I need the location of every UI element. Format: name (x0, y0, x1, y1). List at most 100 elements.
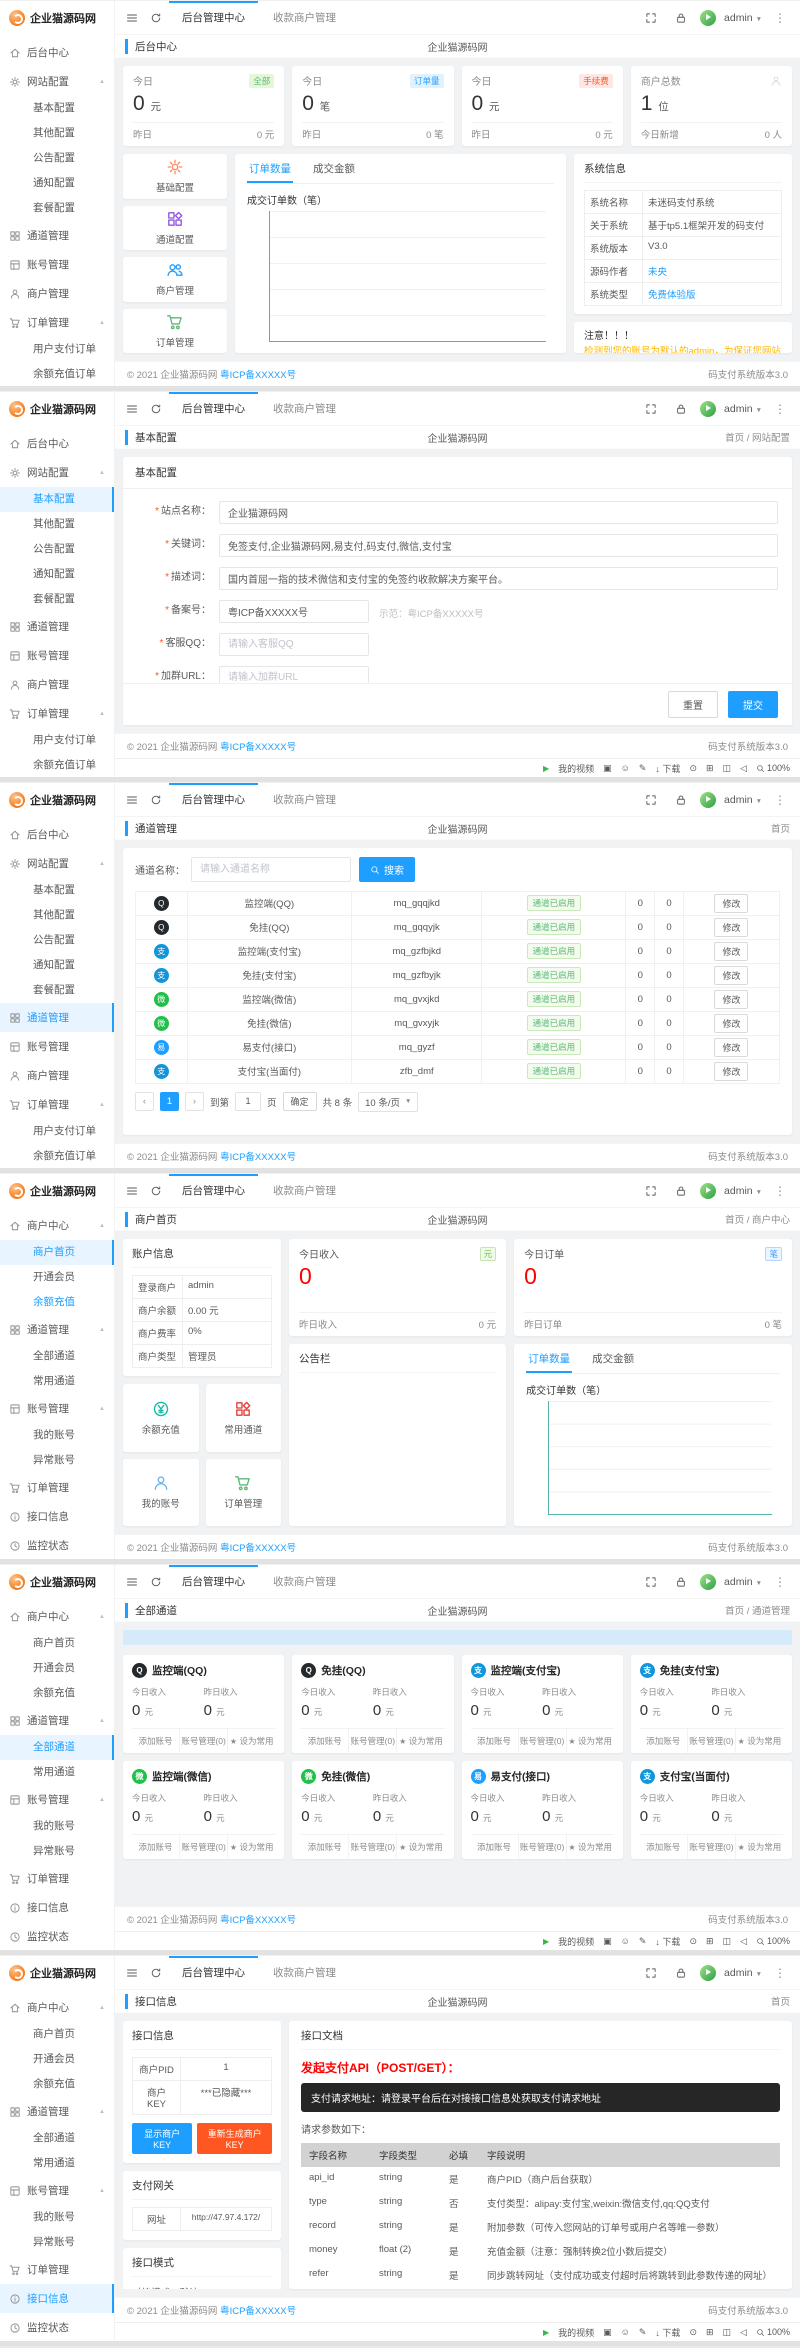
sidebar-subitem[interactable]: 异常账号 (0, 2230, 114, 2255)
manage-account-link[interactable]: 账号管理(0) (348, 1729, 396, 1753)
lock-icon[interactable] (670, 1962, 692, 1984)
sidebar-item[interactable]: 监控状态 (0, 1531, 114, 1559)
sidebar-subitem[interactable]: 异常账号 (0, 1448, 114, 1473)
set-favorite-link[interactable]: ★ 设为常用 (227, 1729, 275, 1753)
manage-account-link[interactable]: 账号管理(0) (179, 1729, 227, 1753)
sidebar-subitem[interactable]: 全部通道 (0, 2126, 114, 2151)
sidebar-subitem[interactable]: 开通会员 (0, 1656, 114, 1681)
zoom-level[interactable]: 100% (756, 2327, 790, 2337)
user-menu[interactable]: admin ▼ (724, 794, 762, 806)
sidebar-subitem[interactable]: 通知配置 (0, 171, 114, 196)
icp-link[interactable]: 粤ICP备XXXXX号 (220, 742, 296, 753)
sidebar-item[interactable]: 网站配置▲ (0, 458, 114, 487)
lock-icon[interactable] (670, 789, 692, 811)
sidebar-subitem[interactable]: 用户支付订单 (0, 728, 114, 753)
reset-button[interactable]: 重置 (668, 691, 718, 718)
edit-button[interactable]: 修改 (714, 990, 748, 1009)
sidebar-item[interactable]: 账号管理 (0, 641, 114, 670)
sidebar-item[interactable]: 接口信息 (0, 1893, 114, 1922)
edit-button[interactable]: 修改 (714, 1062, 748, 1081)
edit-button[interactable]: 修改 (714, 966, 748, 985)
toolbar-icon-t1[interactable]: ⊞ (706, 1936, 714, 1947)
shortcut-card[interactable]: 常用通道 (206, 1384, 282, 1452)
set-favorite-link[interactable]: ★ 设为常用 (566, 1729, 614, 1753)
sidebar-item[interactable]: 后台中心 (0, 38, 114, 67)
sidebar-subitem[interactable]: 余额充值订单 (0, 1144, 114, 1168)
sidebar-item[interactable]: 网站配置▲ (0, 67, 114, 96)
toolbar-icon-1[interactable]: ☺ (621, 763, 630, 773)
menu-fold-icon[interactable] (121, 7, 143, 29)
refresh-icon[interactable] (145, 789, 167, 811)
sidebar-subitem[interactable]: 商户首页 (0, 2022, 114, 2047)
menu-fold-icon[interactable] (121, 1571, 143, 1593)
video-icon[interactable]: ▶ (543, 764, 549, 773)
sidebar-subitem[interactable]: 异常账号 (0, 1839, 114, 1864)
edit-button[interactable]: 修改 (714, 1014, 748, 1033)
sidebar-item[interactable]: 后台中心 (0, 429, 114, 458)
edit-button[interactable]: 修改 (714, 942, 748, 961)
set-favorite-link[interactable]: ★ 设为常用 (227, 1835, 275, 1859)
user-menu[interactable]: admin ▼ (724, 1185, 762, 1197)
page-confirm-button[interactable]: 确定 (283, 1092, 317, 1111)
user-menu[interactable]: admin ▼ (724, 12, 762, 24)
nav-tab-0[interactable]: 后台管理中心 (169, 1565, 258, 1599)
refresh-icon[interactable] (145, 1571, 167, 1593)
sidebar-item[interactable]: 账号管理▲ (0, 1394, 114, 1423)
breadcrumb[interactable]: 首页 / 商户中心 (725, 1212, 790, 1226)
next-page-button[interactable]: › (185, 1092, 204, 1111)
sidebar-subitem[interactable]: 常用通道 (0, 1760, 114, 1785)
sidebar-subitem[interactable]: 余额充值 (0, 1290, 114, 1315)
sidebar-item[interactable]: 商户中心▲ (0, 1602, 114, 1631)
sidebar-item[interactable]: 接口信息 (0, 1502, 114, 1531)
text-input[interactable] (219, 501, 778, 524)
text-input[interactable] (219, 633, 369, 656)
edit-button[interactable]: 修改 (714, 918, 748, 937)
toolbar-icon-t2[interactable]: ◫ (723, 1936, 732, 1947)
sidebar-subitem[interactable]: 套餐配置 (0, 978, 114, 1003)
sidebar-subitem[interactable]: 通知配置 (0, 562, 114, 587)
refresh-icon[interactable] (145, 1180, 167, 1202)
sidebar-item[interactable]: 商户中心▲ (0, 1211, 114, 1240)
capture-label[interactable]: 我的视频 (558, 2326, 594, 2339)
manage-account-link[interactable]: 账号管理(0) (179, 1835, 227, 1859)
sidebar-item[interactable]: 监控状态 (0, 1922, 114, 1950)
lock-icon[interactable] (670, 1571, 692, 1593)
toolbar-icon-t1[interactable]: ⊞ (706, 2327, 714, 2338)
refresh-icon[interactable] (145, 398, 167, 420)
shortcut-card[interactable]: 订单管理 (206, 1459, 282, 1527)
avatar[interactable] (700, 1183, 716, 1199)
text-input[interactable] (219, 534, 778, 557)
sidebar-subitem[interactable]: 套餐配置 (0, 587, 114, 612)
menu-fold-icon[interactable] (121, 789, 143, 811)
shortcut-card[interactable]: 商户管理 (123, 257, 227, 302)
capture-label[interactable]: 我的视频 (558, 762, 594, 775)
avatar[interactable] (700, 401, 716, 417)
sidebar-item[interactable]: 账号管理 (0, 250, 114, 279)
icp-link[interactable]: 粤ICP备XXXXX号 (220, 370, 296, 381)
icp-link[interactable]: 粤ICP备XXXXX号 (220, 1152, 296, 1163)
toolbar-icon-2[interactable]: ✎ (639, 1936, 647, 1947)
sidebar-item[interactable]: 监控状态 (0, 2313, 114, 2341)
icp-link[interactable]: 粤ICP备XXXXX号 (220, 1543, 296, 1554)
sidebar-item[interactable]: 通道管理 (0, 1003, 114, 1032)
toolbar-icon-t0[interactable]: ⊙ (689, 1936, 697, 1947)
sidebar-item[interactable]: 通道管理▲ (0, 2097, 114, 2126)
sidebar-item[interactable]: 网站配置▲ (0, 849, 114, 878)
toolbar-icon-t3[interactable]: ◁ (740, 763, 747, 774)
sidebar-subitem[interactable]: 商户首页 (0, 1631, 114, 1656)
toolbar-icon-1[interactable]: ☺ (621, 1936, 630, 1946)
page-size-select[interactable]: 10 条/页▼ (358, 1092, 418, 1112)
sidebar-subitem[interactable]: 基本配置 (0, 878, 114, 903)
sidebar-item[interactable]: 订单管理 (0, 2255, 114, 2284)
zoom-level[interactable]: 100% (756, 1936, 790, 1946)
sidebar-item[interactable]: 商户管理 (0, 279, 114, 308)
sidebar-item[interactable]: 接口信息 (0, 2284, 114, 2313)
manage-account-link[interactable]: 账号管理(0) (518, 1729, 566, 1753)
lock-icon[interactable] (670, 398, 692, 420)
nav-tab-1[interactable]: 收款商户管理 (260, 392, 349, 426)
sidebar-subitem[interactable]: 其他配置 (0, 121, 114, 146)
sidebar-subitem[interactable]: 公告配置 (0, 537, 114, 562)
sidebar-subitem[interactable]: 我的账号 (0, 1814, 114, 1839)
user-menu[interactable]: admin ▼ (724, 1967, 762, 1979)
set-favorite-link[interactable]: ★ 设为常用 (735, 1729, 783, 1753)
